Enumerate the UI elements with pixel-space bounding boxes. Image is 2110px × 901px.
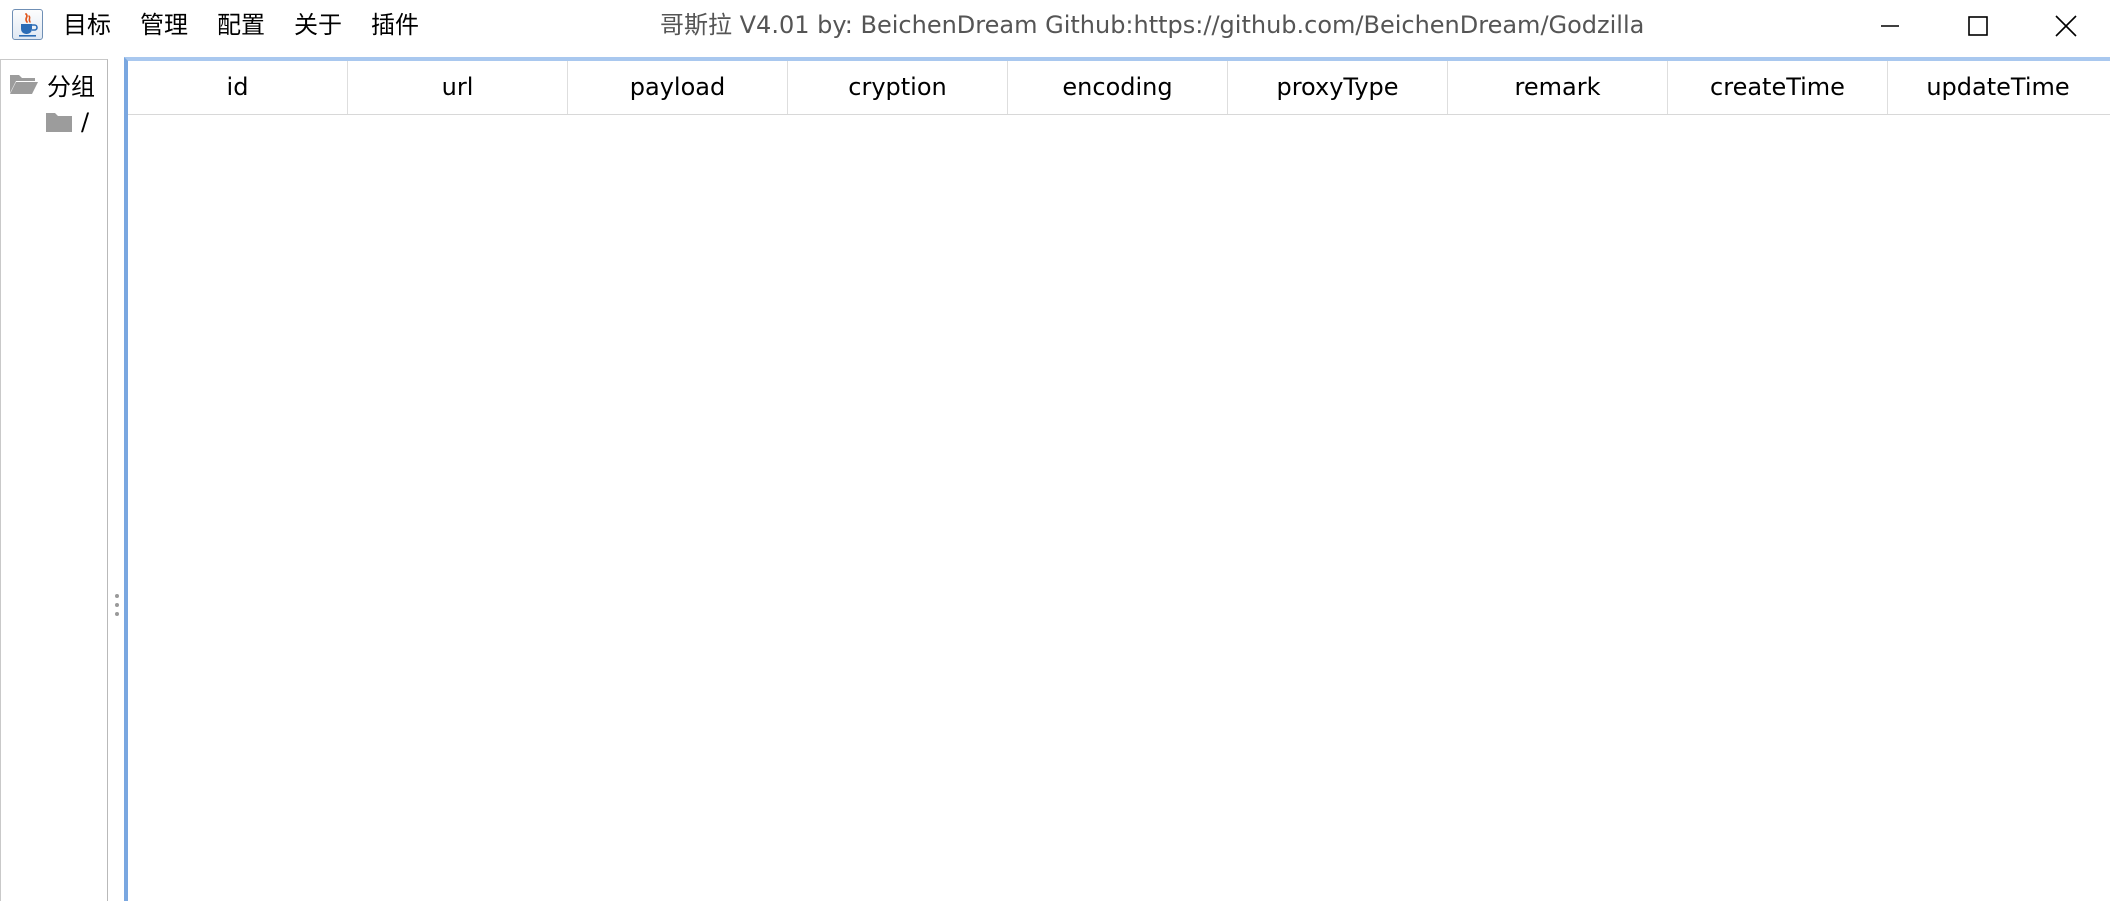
minimize-icon — [1881, 24, 1899, 27]
column-header-cryption[interactable]: cryption — [788, 61, 1008, 114]
app-window: 目标 管理 配置 关于 插件 哥斯拉 V4.01 by: BeichenDrea… — [0, 0, 2110, 901]
window-controls — [1846, 0, 2110, 51]
close-button[interactable] — [2022, 0, 2110, 51]
column-header-id[interactable]: id — [128, 61, 348, 114]
folder-icon — [46, 113, 72, 132]
shell-table[interactable]: id url payload cryption encoding proxyTy… — [124, 57, 2110, 901]
close-icon — [2055, 14, 2077, 37]
tree-node-groups[interactable]: 分组 — [9, 67, 95, 101]
column-header-url[interactable]: url — [348, 61, 568, 114]
column-header-payload[interactable]: payload — [568, 61, 788, 114]
column-header-createtime[interactable]: createTime — [1668, 61, 1888, 114]
maximize-icon — [1968, 15, 1988, 36]
table-header: id url payload cryption encoding proxyTy… — [128, 61, 2110, 115]
menu-item-manage[interactable]: 管理 — [127, 0, 201, 51]
minimize-button[interactable] — [1846, 0, 1934, 51]
menu-item-config[interactable]: 配置 — [204, 0, 278, 51]
split-pane-divider[interactable] — [108, 59, 124, 901]
maximize-button[interactable] — [1934, 0, 2022, 51]
column-header-proxytype[interactable]: proxyType — [1228, 61, 1448, 114]
column-header-remark[interactable]: remark — [1448, 61, 1668, 114]
group-tree-panel: 分组 / — [0, 59, 108, 901]
column-header-updatetime[interactable]: updateTime — [1888, 61, 2108, 114]
column-header-encoding[interactable]: encoding — [1008, 61, 1228, 114]
tree-node-label: 分组 — [47, 72, 95, 101]
menu-item-about[interactable]: 关于 — [281, 0, 355, 51]
menu-bar: 目标 管理 配置 关于 插件 — [50, 0, 435, 51]
menu-item-target[interactable]: 目标 — [50, 0, 124, 51]
divider-grip — [115, 594, 119, 616]
java-coffee-cup-icon[interactable] — [12, 9, 43, 40]
folder-open-icon — [10, 75, 38, 94]
table-body[interactable] — [128, 115, 2110, 901]
tree-node-root-folder[interactable]: / — [45, 105, 89, 139]
title-bar: 目标 管理 配置 关于 插件 哥斯拉 V4.01 by: BeichenDrea… — [0, 0, 2110, 53]
menu-item-plugins[interactable]: 插件 — [358, 0, 432, 51]
window-title: 哥斯拉 V4.01 by: BeichenDream Github:https:… — [660, 11, 1645, 39]
tree-node-label: / — [81, 108, 90, 136]
